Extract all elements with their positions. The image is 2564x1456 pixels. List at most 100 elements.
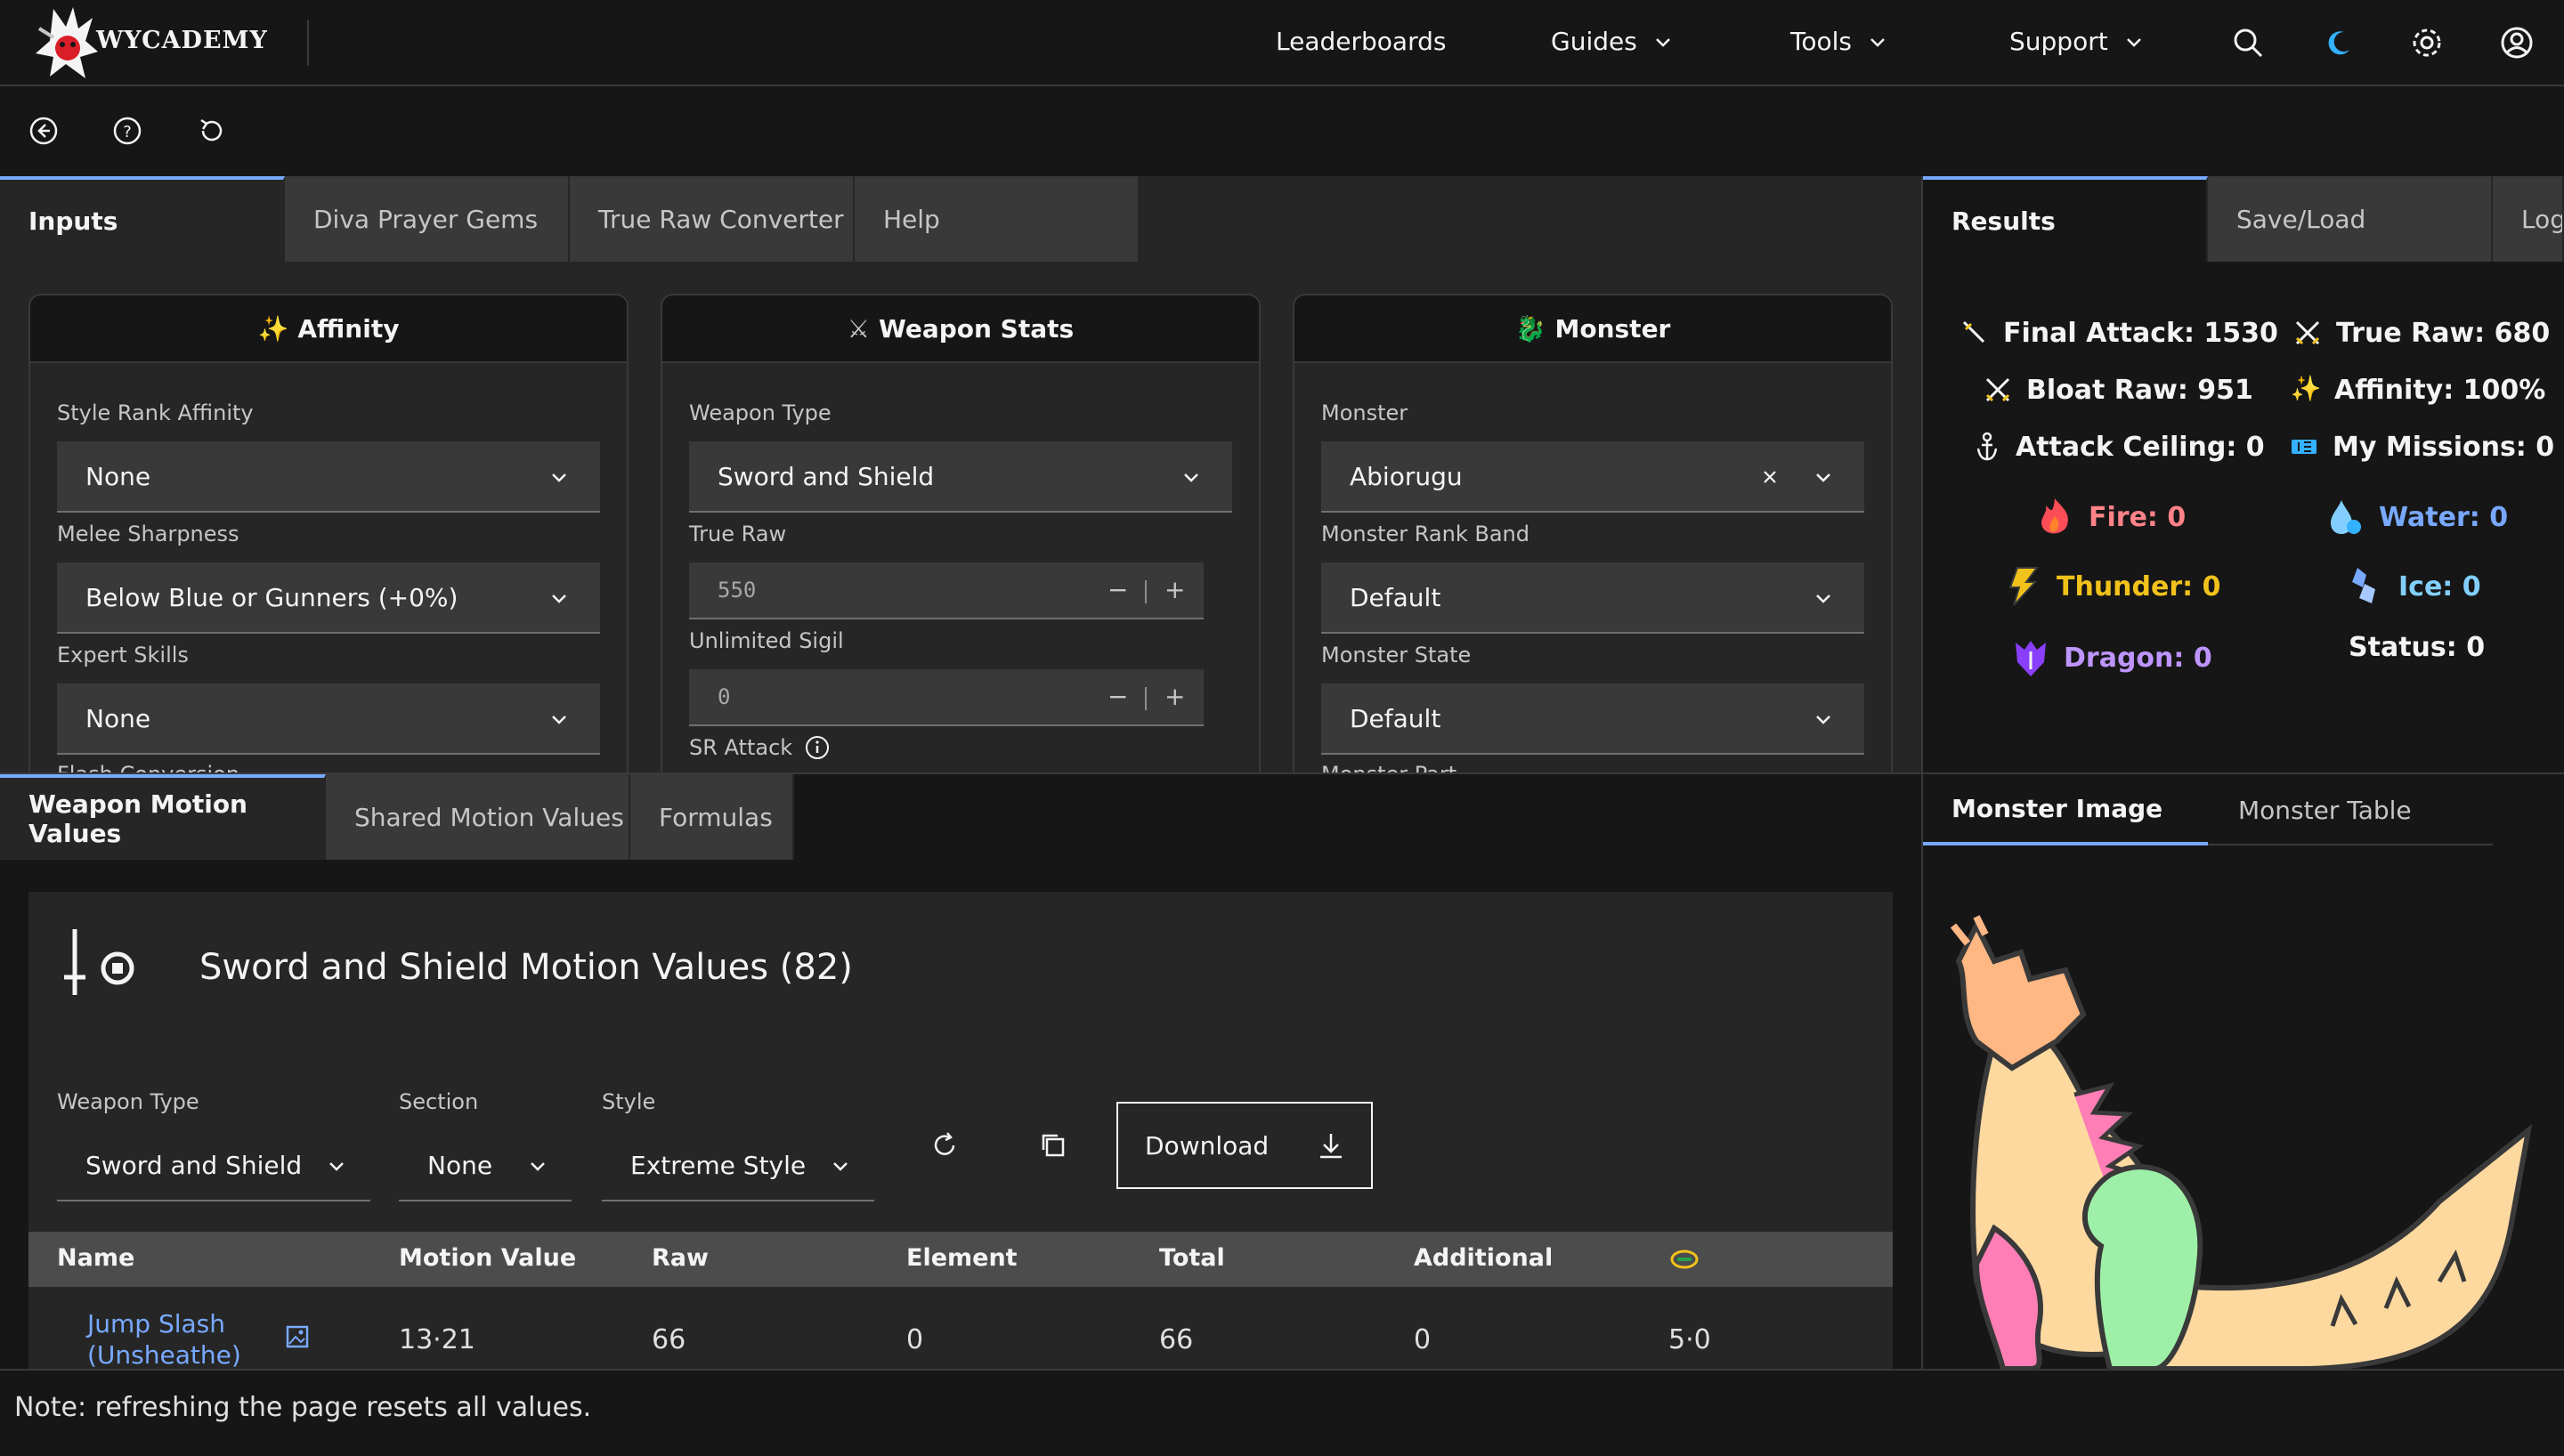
filter-weapon-type-label: Weapon Type	[57, 1089, 199, 1114]
filter-section-value: None	[427, 1150, 493, 1180]
column-motion-value[interactable]: Motion Value	[399, 1244, 576, 1272]
settings-icon[interactable]	[2409, 25, 2445, 61]
style-rank-affinity-select[interactable]: None	[57, 441, 600, 513]
final-attack-result: Final Attack: 1530	[1959, 317, 2278, 349]
refresh-icon[interactable]	[929, 1130, 960, 1161]
chevron-down-icon	[552, 716, 566, 724]
chevron-down-icon	[552, 595, 566, 603]
nav-support[interactable]: Support	[2009, 27, 2144, 56]
sword-icon	[1962, 320, 1985, 344]
unlimited-sigil-increment-button[interactable]: +	[1164, 682, 1185, 711]
footer: Note: refreshing the page resets all val…	[0, 1369, 2564, 1456]
chevron-down-icon	[1655, 37, 1670, 47]
expert-skills-select[interactable]: None	[57, 684, 600, 755]
melee-sharpness-select[interactable]: Below Blue or Gunners (+0%)	[57, 562, 600, 634]
tab-diva-prayer-gems-label: Diva Prayer Gems	[313, 204, 539, 234]
reset-icon[interactable]	[196, 116, 226, 146]
nav-leaderboards[interactable]: Leaderboards	[1276, 27, 1446, 56]
results-panel	[1923, 176, 2564, 774]
dragon-result: Dragon: 0	[2010, 635, 2212, 680]
true-raw-input[interactable]: 550 − +	[689, 562, 1204, 619]
top-header: WYCADEMY Leaderboards Guides Tools Suppo…	[0, 0, 2564, 86]
expert-skills-value: None	[85, 703, 151, 733]
hits-icon[interactable]	[1668, 1246, 1700, 1273]
affinity-text: Affinity: 100%	[2334, 374, 2546, 406]
tab-log-label: Log	[2521, 204, 2564, 234]
monster-rank-band-select[interactable]: Default	[1321, 562, 1864, 634]
fire-icon	[2041, 498, 2068, 534]
row-element: 0	[906, 1324, 924, 1355]
melee-sharpness-label: Melee Sharpness	[57, 522, 239, 546]
column-raw[interactable]: Raw	[652, 1244, 709, 1272]
ice-result: Ice: 0	[2345, 564, 2481, 609]
true-raw-increment-button[interactable]: +	[1164, 575, 1185, 604]
tab-monster-image[interactable]: Monster Image	[1923, 774, 2208, 845]
affinity-title: Affinity	[297, 313, 400, 344]
nav-tools-label: Tools	[1790, 27, 1852, 56]
download-icon	[1320, 1134, 1342, 1159]
crossed-swords-icon: ⚔	[847, 313, 870, 344]
true-raw-decrement-button[interactable]: −	[1108, 575, 1128, 604]
melee-sharpness-value: Below Blue or Gunners (+0%)	[85, 582, 458, 612]
download-button[interactable]: Download	[1116, 1102, 1373, 1189]
monster-rank-band-label: Monster Rank Band	[1321, 522, 1529, 546]
expert-skills-label: Expert Skills	[57, 643, 189, 667]
affinity-card-header: ✨ Affinity	[30, 295, 627, 363]
my-missions-result: My Missions: 0	[2288, 431, 2554, 463]
tab-weapon-motion-values[interactable]: Weapon Motion Values	[0, 774, 326, 860]
sword-and-shield-icon	[64, 929, 134, 995]
tab-inputs[interactable]: Inputs	[0, 176, 285, 262]
tab-row-filler	[1140, 176, 1921, 262]
filter-style-select[interactable]: Extreme Style	[602, 1130, 874, 1201]
copy-icon[interactable]	[1038, 1130, 1068, 1161]
dragon-text: Dragon: 0	[2064, 642, 2212, 674]
info-icon[interactable]	[805, 735, 830, 760]
footer-note: Note: refreshing the page resets all val…	[14, 1392, 592, 1423]
monster-state-select[interactable]: Default	[1321, 684, 1864, 755]
nav-guides-label: Guides	[1551, 27, 1637, 56]
logo-text[interactable]: WYCADEMY	[96, 27, 268, 54]
ticket-icon	[2292, 440, 2317, 454]
weapon-stats-card-header: ⚔ Weapon Stats	[662, 295, 1259, 363]
nav-tools[interactable]: Tools	[1790, 27, 1887, 56]
column-total[interactable]: Total	[1159, 1244, 1225, 1272]
tab-formulas[interactable]: Formulas	[630, 774, 794, 860]
tab-save-load-label: Save/Load	[2236, 204, 2366, 234]
tab-true-raw-converter[interactable]: True Raw Converter	[570, 176, 855, 262]
filter-weapon-type-select[interactable]: Sword and Shield	[57, 1130, 370, 1201]
column-name[interactable]: Name	[57, 1244, 134, 1272]
row-hits: 5·0	[1668, 1324, 1711, 1355]
filter-weapon-type-value: Sword and Shield	[85, 1150, 303, 1180]
final-attack-text: Final Attack: 1530	[2003, 317, 2278, 349]
nav-guides[interactable]: Guides	[1551, 27, 1673, 56]
chevron-down-icon	[1184, 473, 1198, 482]
chevron-down-icon	[833, 1162, 848, 1171]
tab-help[interactable]: Help	[855, 176, 1140, 262]
weapon-type-label: Weapon Type	[689, 400, 832, 425]
tab-diva-prayer-gems[interactable]: Diva Prayer Gems	[285, 176, 570, 262]
tab-save-load[interactable]: Save/Load	[2208, 176, 2493, 262]
help-icon[interactable]: ?	[112, 116, 142, 146]
theme-toggle-icon[interactable]	[2321, 25, 2357, 61]
tab-shared-motion-values[interactable]: Shared Motion Values	[326, 774, 630, 860]
filter-section-select[interactable]: None	[399, 1130, 572, 1201]
user-icon[interactable]	[2499, 25, 2535, 61]
header-divider	[307, 20, 309, 66]
clear-icon[interactable]	[1761, 468, 1779, 486]
search-icon[interactable]	[2230, 25, 2266, 61]
thunder-text: Thunder: 0	[2057, 570, 2221, 603]
filter-section-label: Section	[399, 1089, 479, 1114]
tab-monster-table[interactable]: Monster Table	[2208, 774, 2493, 845]
unlimited-sigil-input[interactable]: 0 − +	[689, 669, 1204, 726]
row-name-link[interactable]: Jump Slash (Unsheathe)	[87, 1308, 256, 1371]
column-additional[interactable]: Additional	[1414, 1244, 1553, 1272]
unlimited-sigil-decrement-button[interactable]: −	[1108, 682, 1128, 711]
sparkles-icon: ✨	[257, 313, 289, 344]
image-icon[interactable]	[285, 1324, 310, 1349]
monster-select[interactable]: Abiorugu	[1321, 441, 1864, 513]
tab-results[interactable]: Results	[1923, 176, 2208, 262]
tab-log[interactable]: Log	[2493, 176, 2564, 262]
weapon-type-select[interactable]: Sword and Shield	[689, 441, 1232, 513]
column-element[interactable]: Element	[906, 1244, 1018, 1272]
back-icon[interactable]	[28, 116, 59, 146]
